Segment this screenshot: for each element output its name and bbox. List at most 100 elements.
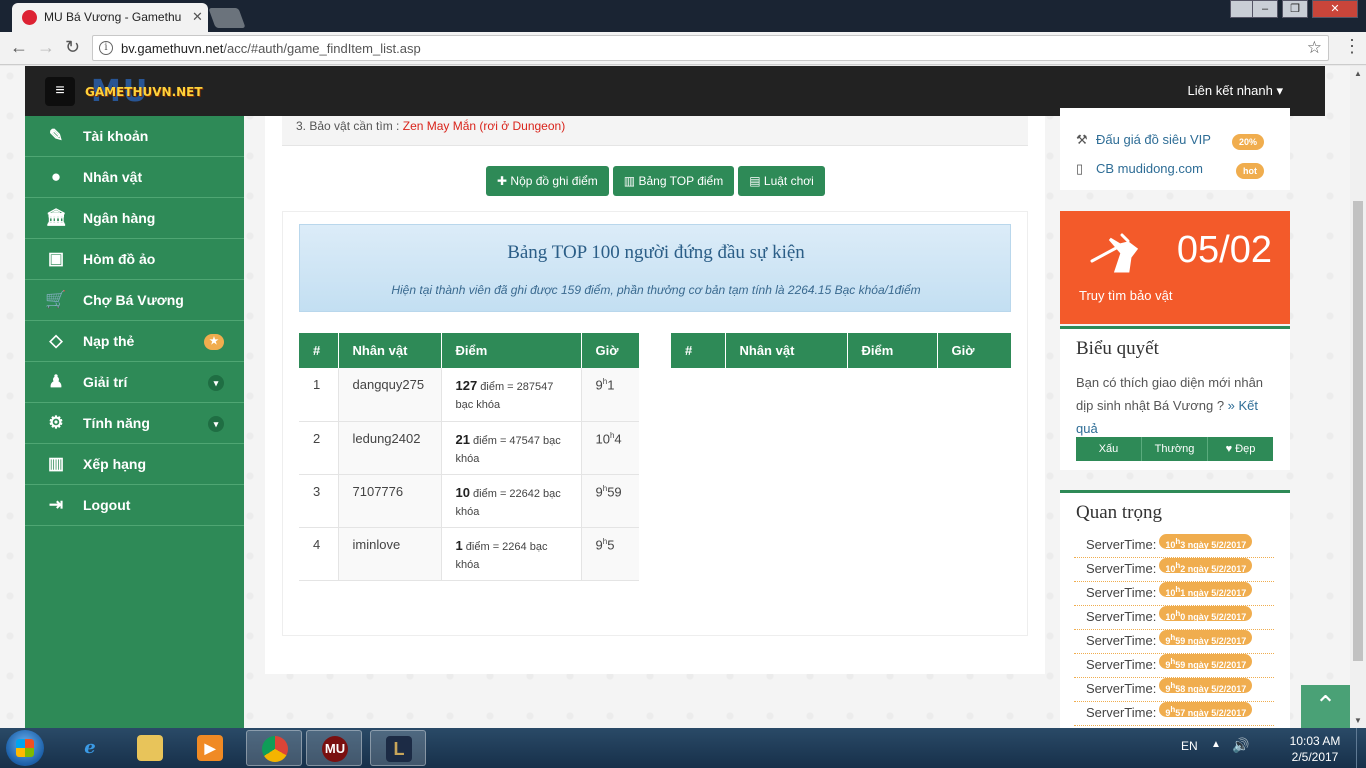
sidebar-item-market[interactable]: 🛒 Chợ Bá Vương [25,280,244,321]
scroll-up-arrow-icon[interactable]: ▲ [1354,69,1362,78]
hot-badge: hot [1236,163,1264,179]
submit-item-button[interactable]: ✚ Nộp đồ ghi điểm [486,166,609,196]
countdown-value: 05/02 [1176,229,1272,271]
list-item[interactable]: ServerTime: 10h2 ngày 5/2/2017 [1074,558,1274,582]
sign-out-icon: ⇥ [48,495,64,514]
sidebar-item-virtual-chest[interactable]: ▣ Hòm đồ ảo [25,239,244,280]
minimize-button[interactable]: – [1252,0,1278,18]
sidebar-item-label: Logout [83,497,131,513]
vote-beautiful-button[interactable]: ♥ Đẹp [1208,437,1273,461]
new-tab-button[interactable] [208,8,246,28]
rules-button[interactable]: ▤ Luật chơi [738,166,825,196]
list-item[interactable]: ServerTime: 9h58 ngày 5/2/2017 [1074,678,1274,702]
start-button[interactable] [6,730,44,766]
col-header-character: Nhân vật [338,333,442,368]
event-title: Bảng TOP 100 người đứng đầu sự kiện [507,242,805,263]
rank-cell: 2 [299,421,339,475]
list-item[interactable]: ServerTime: 10h3 ngày 5/2/2017 [1074,534,1274,558]
list-item[interactable]: ServerTime: 10h0 ngày 5/2/2017 [1074,606,1274,630]
character-name: 7107776 [338,474,442,528]
col-header-time: Giờ [937,333,1011,368]
sidebar-item-label: Tài khoản [83,128,149,144]
tab-title: MU Bá Vương - Gamethu [44,10,182,24]
scroll-down-arrow-icon[interactable]: ▼ [1354,716,1362,725]
language-indicator[interactable]: EN [1181,739,1198,753]
vote-normal-button[interactable]: Thường [1142,437,1208,461]
site-logo[interactable]: MU GAMETHUVN.NET [85,74,205,109]
list-item[interactable]: ServerTime: 9h59 ngày 5/2/2017 [1074,654,1274,678]
chevron-down-icon: ▾ [208,375,224,391]
diamond-icon: ◇ [49,331,63,350]
scroll-to-top-button[interactable]: ⌃ [1301,685,1350,728]
sidebar-item-topup[interactable]: ◇ Nạp thẻ ★ [25,321,244,362]
list-item[interactable]: ServerTime: 9h57 ngày 5/2/2017 [1074,702,1274,726]
bar-chart-icon: ▥ [623,174,636,188]
bookmark-star-icon[interactable]: ☆ [1307,38,1322,58]
briefcase-icon: ▣ [47,249,65,268]
address-bar[interactable]: i bv.gamethuvn.net/acc/#auth/game_findIt… [92,35,1329,61]
taskbar-league[interactable]: L [370,730,426,766]
logo-text: GAMETHUVN.NET [85,85,203,99]
page-scrollbar[interactable]: ▲ ▼ [1350,66,1366,728]
reload-icon[interactable]: ↻ [65,37,80,58]
taskbar-media-player[interactable]: ▶ [182,730,238,766]
url-text: bv.gamethuvn.net/acc/#auth/game_findItem… [121,41,421,56]
col-header-points: Điểm [847,333,938,368]
book-icon: ▤ [749,174,761,188]
table-header-row: # Nhân vật Điểm Giờ [671,333,1011,368]
bar-chart-icon: ▥ [47,454,65,473]
show-desktop-button[interactable] [1356,728,1366,768]
list-item[interactable]: ServerTime: 10h1 ngày 5/2/2017 [1074,582,1274,606]
mobile-link[interactable]: ▯ CB mudidong.com [1076,161,1203,177]
taskbar-mu-game[interactable]: MU [306,730,362,766]
info-icon[interactable]: i [99,41,113,55]
event-subtitle: Hiện tại thành viên đã ghi được 159 điểm… [391,283,921,297]
sidebar-item-features[interactable]: ⚙ Tính năng ▾ [25,403,244,444]
forward-icon[interactable]: → [37,37,55,58]
important-box: Quan trọng ServerTime: 10h3 ngày 5/2/2017… [1060,490,1290,728]
sidebar-item-entertainment[interactable]: ♟ Giải trí ▾ [25,362,244,403]
site-favicon-icon [22,10,37,25]
leaderboard-table-right: # Nhân vật Điểm Giờ [671,333,1011,368]
windows-logo-icon [16,739,34,757]
sidebar-item-label: Nạp thẻ [83,333,135,349]
sidebar-item-logout[interactable]: ⇥ Logout [25,485,244,526]
sidebar-item-ranking[interactable]: ▥ Xếp hạng [25,444,244,485]
sidebar-item-label: Nhân vật [83,169,143,185]
taskbar-chrome[interactable] [246,730,302,766]
close-window-button[interactable]: ✕ [1312,0,1358,18]
tray-expand-icon[interactable]: ▲ [1211,739,1221,750]
tab-close-icon[interactable]: ✕ [192,9,203,25]
browser-menu-icon[interactable]: ⋮ [1343,36,1361,57]
points-cell: 10 điểm = 22642 bạc khóa [441,474,582,528]
poll-options: Xấu Thường ♥ Đẹp [1076,437,1273,461]
auction-link[interactable]: ⚒ Đấu giá đồ siêu VIP [1076,132,1211,148]
browser-tab[interactable]: MU Bá Vương - Gamethu ✕ [12,3,208,32]
windows-taskbar: e ▶ MU L EN ▲ 🔊 10:03 AM 2/5/2017 [0,728,1366,768]
gavel-icon: ⚒ [1076,132,1088,147]
sidebar-item-account[interactable]: ✎ Tài khoản [25,116,244,157]
poll-box: Biểu quyết Bạn có thích giao diện mới nh… [1060,326,1290,470]
plus-icon: ✚ [497,174,508,188]
sidebar-item-bank[interactable]: 🏛 Ngân hàng [25,198,244,239]
sidebar-item-label: Giải trí [83,374,128,390]
time-cell: 9h59 [581,474,639,528]
hamburger-menu-icon[interactable]: ≡ [45,77,75,106]
star-badge-icon: ★ [204,334,224,350]
treasure-hunt-tile[interactable]: 05/02 Truy tìm bảo vật [1060,211,1290,324]
maximize-button[interactable]: ❐ [1282,0,1308,18]
browser-tab-strip: MU Bá Vương - Gamethu ✕ – ❐ ✕ [0,0,1366,32]
quicklinks-dropdown[interactable]: Liên kết nhanh ▾ [1188,83,1283,99]
vote-ugly-button[interactable]: Xấu [1076,437,1142,461]
sidebar-item-character[interactable]: ● Nhân vật [25,157,244,198]
important-title: Quan trọng [1076,502,1163,523]
top-score-button[interactable]: ▥ Bảng TOP điểm [612,166,735,196]
list-item[interactable]: ServerTime: 9h59 ngày 5/2/2017 [1074,630,1274,654]
scroll-thumb[interactable] [1353,201,1363,661]
volume-icon[interactable]: 🔊 [1232,737,1249,754]
taskbar-ie[interactable]: e [62,730,118,766]
taskbar-explorer[interactable] [122,730,178,766]
back-icon[interactable]: ← [10,37,28,58]
rank-cell: 1 [299,368,339,422]
clock[interactable]: 10:03 AM 2/5/2017 [1283,733,1347,765]
